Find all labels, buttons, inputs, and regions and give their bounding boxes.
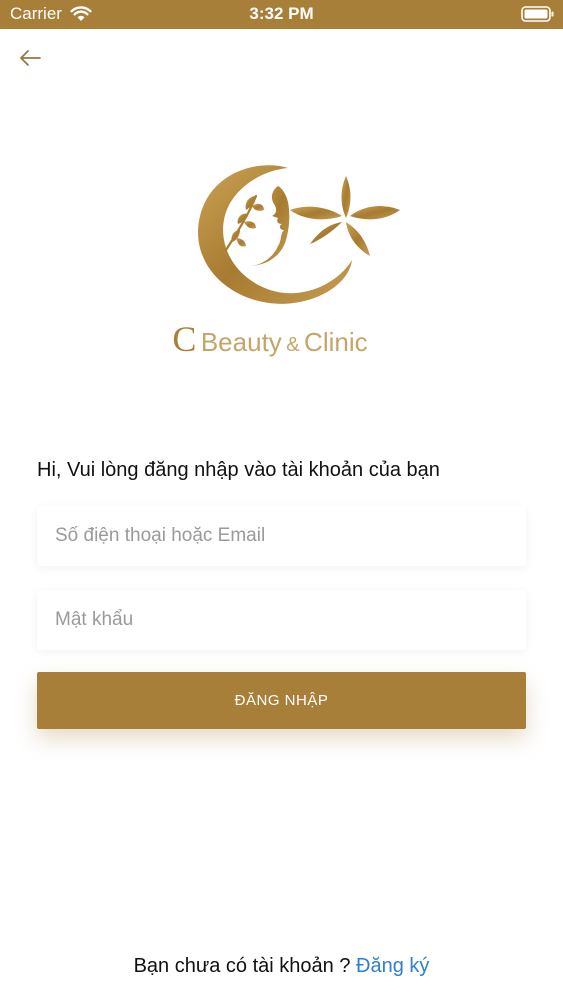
logo-name: Beauty xyxy=(200,327,282,357)
login-button[interactable]: ĐĂNG NHẬP xyxy=(37,672,526,729)
login-greeting: Hi, Vui lòng đăng nhập vào tài khoản của… xyxy=(37,459,440,481)
status-bar: Carrier 3:32 PM xyxy=(0,0,563,29)
arrow-left-icon xyxy=(20,50,41,66)
logo-name-2: Clinic xyxy=(304,327,368,357)
logo-emblem xyxy=(198,165,400,304)
logo-wordmark: C Beauty & Clinic xyxy=(160,318,380,360)
logo-letter: C xyxy=(172,319,197,359)
status-time: 3:32 PM xyxy=(249,4,314,23)
phone-email-input[interactable] xyxy=(37,506,526,566)
password-input[interactable] xyxy=(37,590,526,650)
battery-icon xyxy=(521,6,554,22)
register-prompt: Bạn chưa có tài khoản ? Đăng ký xyxy=(0,953,563,979)
back-button[interactable] xyxy=(12,40,48,76)
brand-logo: C Beauty & Clinic xyxy=(160,160,410,360)
logo-ampersand: & xyxy=(286,334,300,356)
register-prompt-text: Bạn chưa có tài khoản ? xyxy=(133,955,357,977)
register-link[interactable]: Đăng ký xyxy=(356,955,429,977)
